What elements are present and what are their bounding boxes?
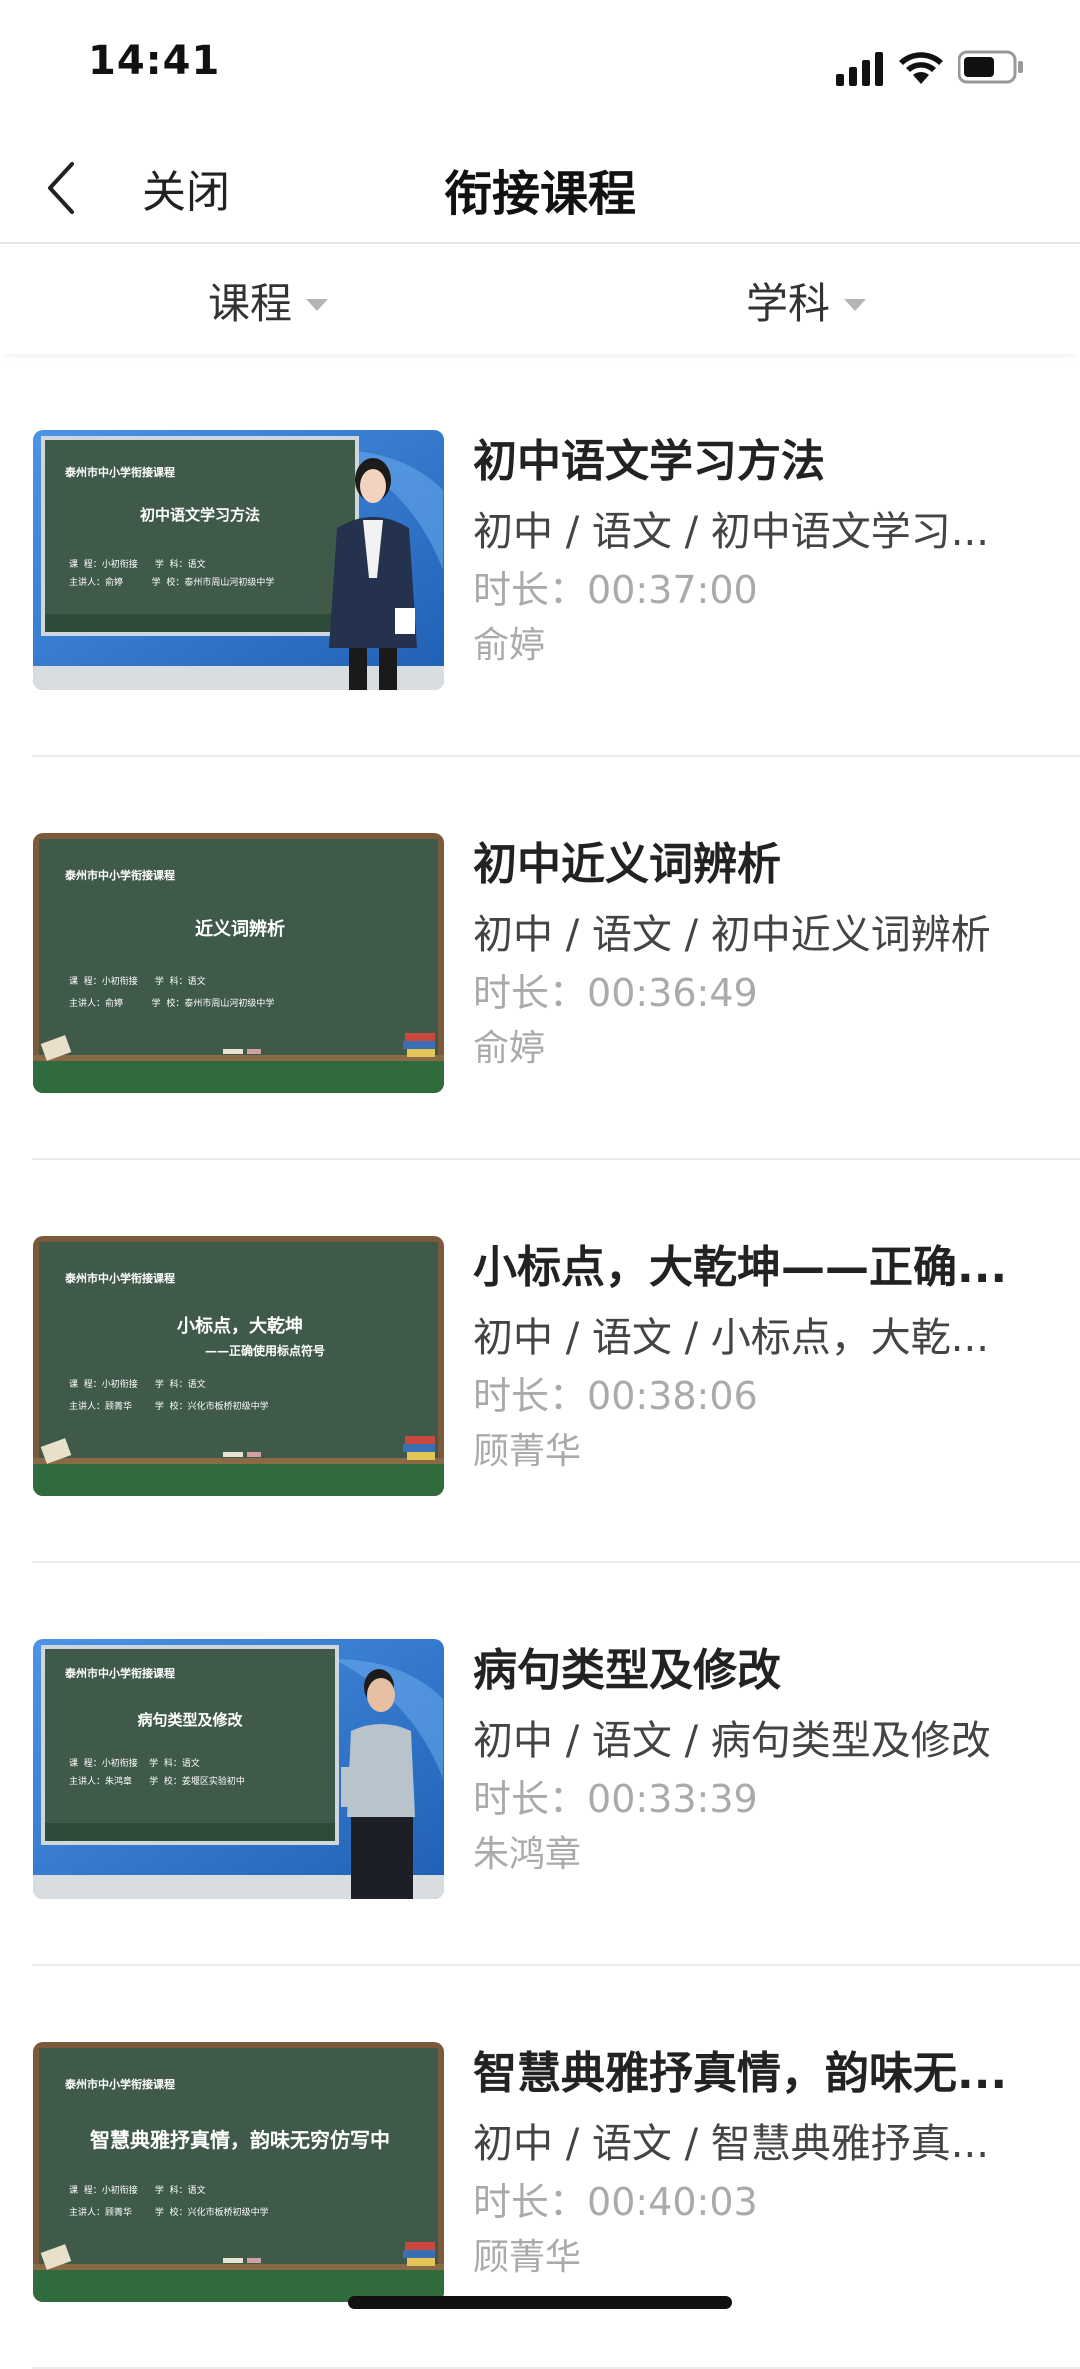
thumbnail-title: 病句类型及修改	[137, 1711, 243, 1729]
thumbnail-meta-line: 课 程：小初衔接 学 科：语文	[69, 1759, 200, 1769]
thumbnail-header: 泰州市中小学衔接课程	[65, 1667, 175, 1680]
course-duration: 时长：00:38:06	[473, 1368, 1013, 1424]
course-info: 小标点，大乾坤——正确... 初中 / 语文 / 小标点，大乾... 时长：00…	[473, 1236, 1013, 1480]
course-teacher: 顾菁华	[473, 1431, 582, 1472]
duration-value: 00:40:03	[587, 2180, 758, 2224]
course-title: 初中近义词辨析	[473, 839, 781, 890]
course-list-item[interactable]: 泰州市中小学衔接课程 近义词辨析 课 程：小初衔接 学 科：语文 主讲人：俞婷 …	[0, 757, 1080, 1160]
thumbnail-meta-line: 主讲人：朱鸿章 学 校：姜堰区实验初中	[69, 1777, 245, 1787]
thumbnail-title: 智慧典雅抒真情，韵味无穷仿写中	[90, 2128, 390, 2152]
course-thumbnail[interactable]: 泰州市中小学衔接课程 病句类型及修改 课 程：小初衔接 学 科：语文 主讲人：朱…	[33, 1639, 444, 1899]
filter-bar: 课程 学科	[0, 244, 1080, 354]
subject-filter-dropdown[interactable]: 学科	[746, 270, 867, 331]
battery-icon	[958, 50, 1023, 84]
presenter-figure	[341, 1669, 415, 1899]
duration-label: 时长：	[473, 1374, 588, 1418]
course-teacher: 朱鸿章	[473, 1834, 582, 1875]
course-thumbnail[interactable]: 泰州市中小学衔接课程 小标点，大乾坤 ——正确使用标点符号 课 程：小初衔接 学…	[33, 1236, 444, 1496]
duration-value: 00:36:49	[587, 971, 758, 1015]
course-title: 小标点，大乾坤——正确...	[473, 1242, 1008, 1293]
thumbnail-meta-line: 主讲人：俞婷 学 校：泰州市周山河初级中学	[69, 578, 275, 588]
course-path: 初中 / 语文 / 初中近义词辨析	[473, 912, 991, 958]
course-list-item[interactable]: 泰州市中小学衔接课程 初中语文学习方法 课 程：小初衔接 学 科：语文 主讲人：…	[0, 354, 1080, 757]
course-info: 初中近义词辨析 初中 / 语文 / 初中近义词辨析 时长：00:36:49 俞婷	[473, 833, 1013, 1077]
course-teacher: 俞婷	[473, 1028, 546, 1069]
duration-label: 时长：	[473, 568, 588, 612]
course-path: 初中 / 语文 / 智慧典雅抒真...	[473, 2121, 989, 2167]
thumbnail-meta-line: 主讲人：俞婷 学 校：泰州市周山河初级中学	[69, 999, 275, 1009]
course-thumbnail[interactable]: 泰州市中小学衔接课程 初中语文学习方法 课 程：小初衔接 学 科：语文 主讲人：…	[33, 430, 444, 690]
course-duration: 时长：00:40:03	[473, 2174, 1013, 2230]
course-teacher: 俞婷	[473, 625, 546, 666]
status-bar: 14:41	[0, 0, 1080, 130]
cellular-signal-icon	[836, 52, 883, 86]
course-path: 初中 / 语文 / 病句类型及修改	[473, 1718, 991, 1764]
duration-value: 00:38:06	[587, 1374, 758, 1418]
thumbnail-header: 泰州市中小学衔接课程	[65, 1272, 175, 1285]
thumbnail-meta-line: 课 程：小初衔接 学 科：语文	[69, 977, 206, 987]
presenter-figure	[329, 458, 417, 690]
course-duration: 时长：00:36:49	[473, 965, 1013, 1021]
thumbnail-title: 初中语文学习方法	[139, 506, 260, 524]
home-indicator	[348, 2296, 732, 2309]
subject-filter-label: 学科	[746, 279, 831, 328]
course-list-item[interactable]: 泰州市中小学衔接课程 病句类型及修改 课 程：小初衔接 学 科：语文 主讲人：朱…	[0, 1563, 1080, 1966]
status-time: 14:41	[88, 38, 221, 84]
course-thumbnail[interactable]: 泰州市中小学衔接课程 近义词辨析 课 程：小初衔接 学 科：语文 主讲人：俞婷 …	[33, 833, 444, 1093]
thumbnail-subtitle: ——正确使用标点符号	[205, 1344, 326, 1358]
course-path: 初中 / 语文 / 初中语文学习...	[473, 509, 989, 555]
duration-label: 时长：	[473, 2180, 588, 2224]
course-list-item[interactable]: 泰州市中小学衔接课程 小标点，大乾坤 ——正确使用标点符号 课 程：小初衔接 学…	[0, 1160, 1080, 1563]
course-info: 智慧典雅抒真情，韵味无... 初中 / 语文 / 智慧典雅抒真... 时长：00…	[473, 2042, 1013, 2286]
course-title: 智慧典雅抒真情，韵味无...	[473, 2048, 1008, 2099]
dropdown-triangle-icon	[306, 298, 329, 311]
thumbnail-header: 泰州市中小学衔接课程	[65, 2078, 175, 2091]
thumbnail-meta-line: 课 程：小初衔接 学 科：语文	[69, 1380, 206, 1390]
course-title: 初中语文学习方法	[473, 436, 825, 487]
thumbnail-meta-line: 主讲人：顾菁华 学 校：兴化市板桥初级中学	[69, 2208, 269, 2218]
course-duration: 时长：00:37:00	[473, 562, 1013, 618]
duration-value: 00:37:00	[587, 568, 758, 612]
course-duration: 时长：00:33:39	[473, 1771, 1013, 1827]
thumbnail-title: 近义词辨析	[195, 919, 285, 940]
thumbnail-header: 泰州市中小学衔接课程	[65, 466, 175, 479]
duration-value: 00:33:39	[587, 1777, 758, 1821]
thumbnail-meta-line: 课 程：小初衔接 学 科：语文	[69, 560, 206, 570]
dropdown-triangle-icon	[844, 298, 867, 311]
duration-label: 时长：	[473, 1777, 588, 1821]
course-thumbnail[interactable]: 泰州市中小学衔接课程 智慧典雅抒真情，韵味无穷仿写中 课 程：小初衔接 学 科：…	[33, 2042, 444, 2302]
course-filter-dropdown[interactable]: 课程	[208, 270, 329, 331]
duration-label: 时长：	[473, 971, 588, 1015]
nav-bar: 关闭 衔接课程	[0, 130, 1080, 244]
thumbnail-title: 小标点，大乾坤	[177, 1316, 303, 1337]
course-info: 病句类型及修改 初中 / 语文 / 病句类型及修改 时长：00:33:39 朱鸿…	[473, 1639, 1013, 1883]
course-teacher: 顾菁华	[473, 2237, 582, 2278]
course-title: 病句类型及修改	[473, 1645, 781, 1696]
course-path: 初中 / 语文 / 小标点，大乾...	[473, 1315, 989, 1361]
thumbnail-header: 泰州市中小学衔接课程	[65, 869, 175, 882]
course-filter-label: 课程	[208, 279, 293, 328]
wifi-icon	[899, 52, 943, 84]
page-title: 衔接课程	[443, 166, 636, 222]
thumbnail-meta-line: 课 程：小初衔接 学 科：语文	[69, 2186, 206, 2196]
thumbnail-meta-line: 主讲人：顾菁华 学 校：兴化市板桥初级中学	[69, 1402, 269, 1412]
course-info: 初中语文学习方法 初中 / 语文 / 初中语文学习... 时长：00:37:00…	[473, 430, 1013, 674]
